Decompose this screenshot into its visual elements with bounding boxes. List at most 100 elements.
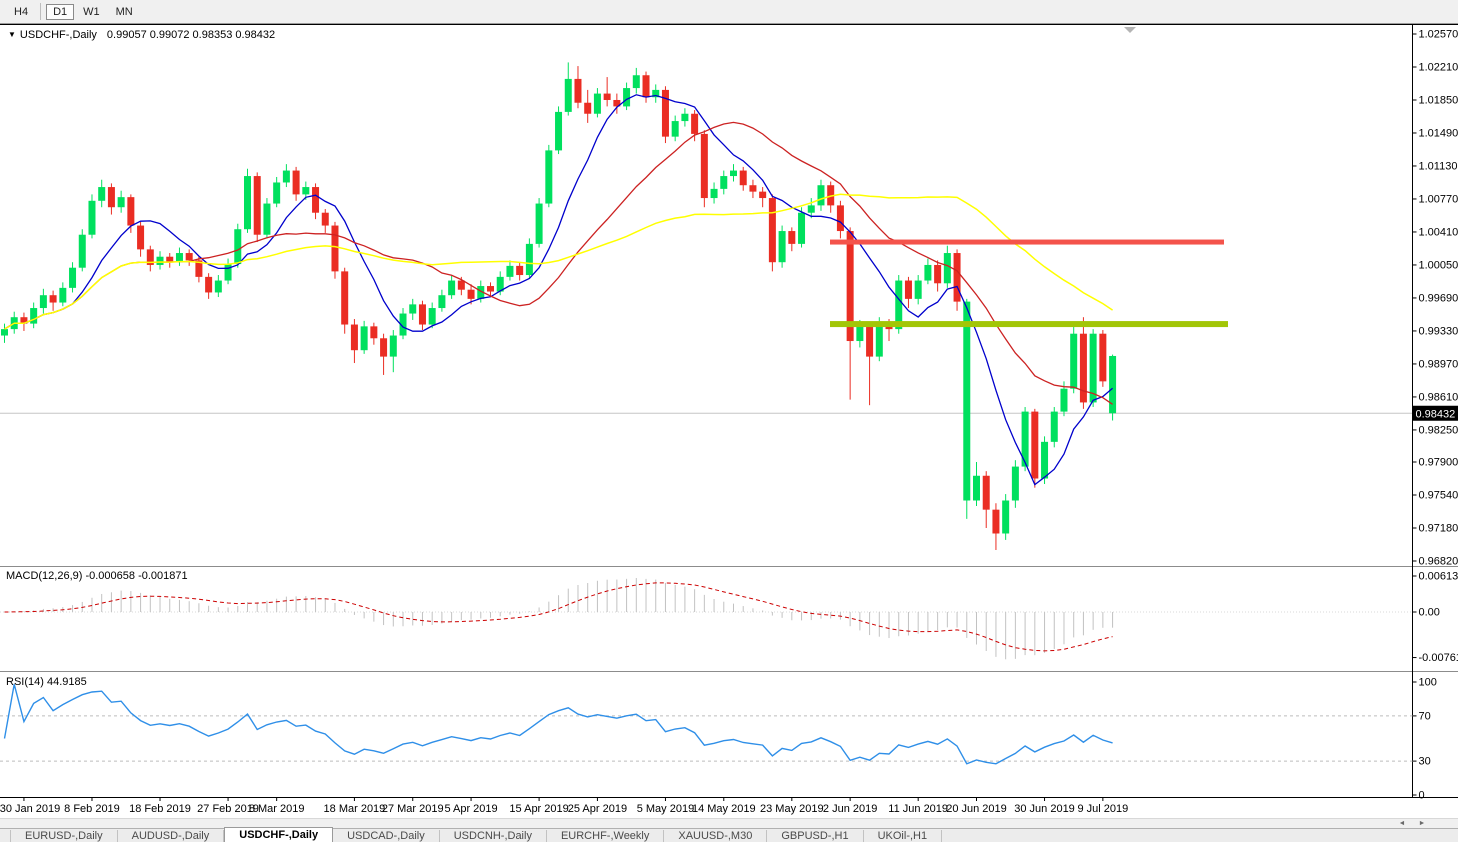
price-axis-label: 1.02570	[1419, 29, 1458, 41]
candle-body	[526, 244, 533, 275]
chart-dropdown-icon[interactable]: ▼	[8, 30, 16, 39]
horizontal-scrollbar[interactable]: ◄ ►	[0, 818, 1458, 828]
price-axis-label: 0.97540	[1419, 490, 1458, 502]
candle-body	[351, 325, 358, 351]
tab-audusd-daily[interactable]: AUDUSD-,Daily	[118, 830, 225, 842]
candle-body	[1041, 442, 1048, 479]
candle-body	[934, 265, 941, 283]
candle-body	[924, 265, 931, 281]
price-axis-label: 1.00050	[1419, 259, 1458, 271]
candle-body	[506, 266, 513, 277]
macd-axis-label: 0.00613	[1419, 571, 1458, 583]
macd-indicator-label: MACD(12,26,9) -0.000658 -0.001871	[6, 570, 188, 582]
candle-body	[50, 295, 57, 302]
candle-body	[837, 205, 844, 231]
tab-xauusd-m30[interactable]: XAUUSD-,M30	[664, 830, 767, 842]
candle-body	[1070, 334, 1077, 389]
candle-body	[468, 290, 475, 299]
candle-body	[157, 257, 164, 265]
chart-canvas: 1.025701.022101.018501.014901.011301.007…	[0, 0, 1458, 842]
candle-body	[302, 187, 309, 194]
date-axis-label: 8 Mar 2019	[249, 803, 305, 815]
candle-body	[273, 182, 280, 203]
chart-ohlc-values: 0.99057 0.99072 0.98353 0.98432	[107, 29, 275, 41]
tab-gbpusd-h1[interactable]: GBPUSD-,H1	[767, 830, 863, 842]
rsi-indicator-label: RSI(14) 44.9185	[6, 676, 87, 688]
timeframe-button-h4[interactable]: H4	[7, 4, 35, 20]
toolbar-divider	[40, 3, 41, 20]
candle-body	[215, 281, 222, 293]
candle-body	[633, 75, 640, 88]
price-axis-label: 1.02210	[1419, 61, 1458, 73]
resistance-line[interactable]	[830, 240, 1224, 245]
timeframe-button-d1[interactable]: D1	[46, 4, 74, 20]
tab-eurusd-daily[interactable]: EURUSD-,Daily	[10, 830, 118, 842]
candle-body	[643, 75, 650, 97]
scroll-left-arrow-icon[interactable]: ◄	[1396, 819, 1408, 828]
price-axis-label: 0.96820	[1419, 555, 1458, 567]
candle-body	[429, 308, 436, 324]
date-axis-label: 30 Jan 2019	[0, 803, 60, 815]
timeframe-button-w1[interactable]: W1	[76, 4, 107, 20]
candle-body	[711, 189, 718, 198]
tab-usdchf-daily[interactable]: USDCHF-,Daily	[224, 827, 333, 842]
date-axis-label: 23 May 2019	[760, 803, 824, 815]
price-axis-label: 0.99690	[1419, 292, 1458, 304]
rsi-axis-label: 0	[1419, 790, 1425, 802]
macd-axis-label: -0.00761	[1419, 652, 1458, 664]
macd-axis-label: 0.00	[1419, 607, 1440, 619]
tab-usdcnh-daily[interactable]: USDCNH-,Daily	[440, 830, 547, 842]
candle-body	[701, 134, 708, 198]
rsi-line	[5, 684, 1113, 764]
tab-usdcad-daily[interactable]: USDCAD-,Daily	[333, 830, 440, 842]
candle-body	[798, 213, 805, 244]
timeframe-button-mn[interactable]: MN	[109, 4, 140, 20]
candle-body	[594, 94, 601, 114]
date-axis-label: 20 Jun 2019	[946, 803, 1007, 815]
current-price-badge-value: 0.98432	[1416, 408, 1456, 420]
candle-body	[720, 176, 727, 189]
support-line[interactable]	[830, 321, 1228, 327]
chart-shift-marker-icon[interactable]	[1124, 27, 1136, 33]
date-axis-label: 2 Jun 2019	[823, 803, 877, 815]
candle-body	[565, 79, 572, 112]
candle-body	[448, 281, 455, 296]
scroll-right-arrow-icon[interactable]: ►	[1416, 819, 1428, 828]
candle-body	[234, 229, 241, 264]
candle-body	[856, 326, 863, 341]
tab-ukoil-h1[interactable]: UKOil-,H1	[864, 830, 943, 842]
rsi-axis-label: 70	[1419, 710, 1431, 722]
candle-body	[808, 205, 815, 212]
candle-body	[954, 253, 961, 302]
candle-body	[88, 201, 95, 235]
macd-signal-line	[5, 583, 1113, 651]
candle-body	[458, 281, 465, 290]
candle-body	[244, 176, 251, 229]
candle-body	[1051, 412, 1058, 442]
tab-eurchf-weekly[interactable]: EURCHF-,Weekly	[547, 830, 664, 842]
price-axis-label: 1.00770	[1419, 193, 1458, 205]
candle-body	[380, 338, 387, 356]
candle-body	[1002, 501, 1009, 534]
candle-body	[759, 192, 766, 198]
candle-body	[40, 295, 47, 308]
date-axis-label: 18 Mar 2019	[324, 803, 386, 815]
candle-body	[438, 295, 445, 308]
price-axis-label: 0.98970	[1419, 358, 1458, 370]
candle-body	[788, 231, 795, 244]
candle-body	[555, 112, 562, 150]
candle-body	[419, 304, 426, 324]
chart-title: ▼USDCHF-,Daily0.99057 0.99072 0.98353 0.…	[8, 29, 275, 41]
candle-body	[983, 476, 990, 510]
date-axis-label: 30 Jun 2019	[1014, 803, 1075, 815]
date-axis-label: 5 Apr 2019	[444, 803, 497, 815]
price-axis-label: 0.99330	[1419, 325, 1458, 337]
candle-body	[137, 226, 144, 250]
candle-body	[487, 286, 494, 291]
candle-body	[672, 121, 679, 137]
candle-body	[1060, 389, 1067, 412]
candle-body	[623, 88, 630, 106]
candle-body	[1090, 334, 1097, 403]
rsi-axis-label: 30	[1419, 756, 1431, 768]
date-axis-label: 5 May 2019	[637, 803, 694, 815]
